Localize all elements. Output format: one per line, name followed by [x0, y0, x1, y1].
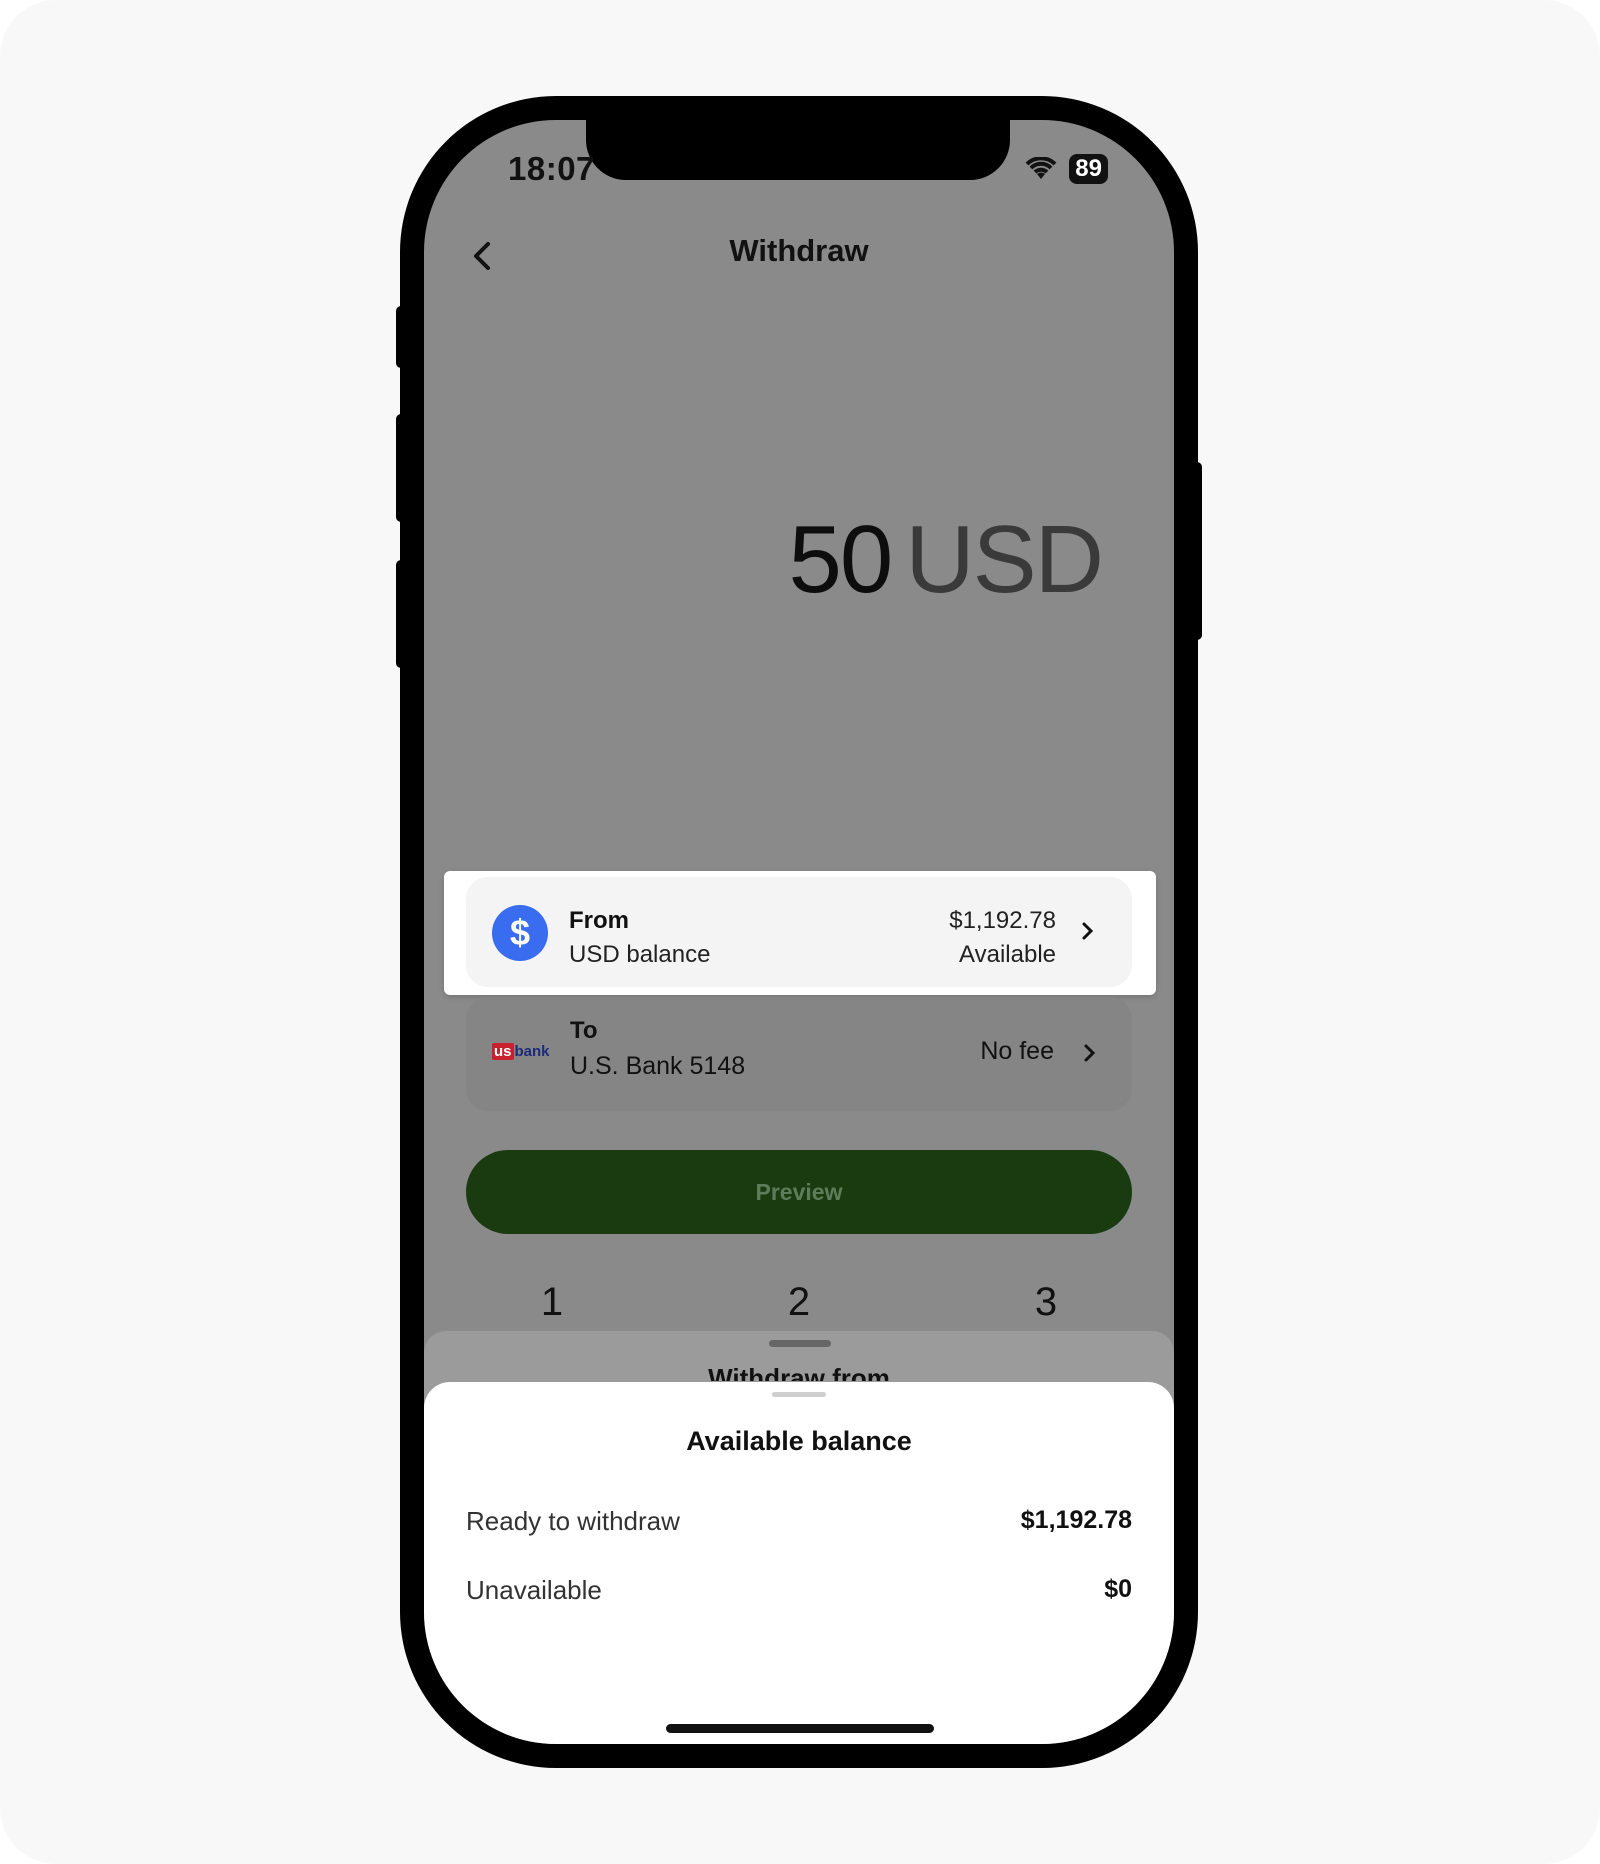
available-balance-sheet: Available balance Ready to withdraw $1,1… [424, 1382, 1174, 1744]
dollar-icon: $ [492, 905, 548, 961]
phone-power-button [1192, 462, 1202, 640]
from-account-name: USD balance [569, 941, 711, 968]
sheet-row-label: Ready to withdraw [466, 1506, 680, 1536]
background-sheet-handle [769, 1340, 831, 1347]
to-label: To [570, 1017, 598, 1044]
from-account-row[interactable]: $ From USD balance $1,192.78 Available [466, 877, 1132, 987]
preview-button[interactable]: Preview [466, 1150, 1132, 1234]
amount-value: 50 [788, 506, 894, 613]
notch [586, 120, 1010, 180]
sheet-title: Available balance [686, 1426, 912, 1456]
battery-icon: 89 [1069, 154, 1108, 184]
wifi-icon [1025, 157, 1057, 179]
usbank-logo-icon: us bank [492, 1043, 550, 1060]
chevron-right-icon [1084, 1044, 1096, 1062]
keypad-key-1[interactable]: 1 [522, 1280, 582, 1325]
sheet-row-unavailable: Unavailable $0 [466, 1575, 1132, 1606]
usbank-logo-us: us [492, 1043, 514, 1060]
status-icons: 89 [1025, 154, 1108, 184]
to-account-row[interactable]: us bank To U.S. Bank 5148 No fee [466, 997, 1132, 1111]
sheet-row-label: Unavailable [466, 1575, 602, 1605]
amount-display[interactable]: 50 USD [788, 505, 1104, 615]
sheet-row-value: $1,192.78 [1020, 1506, 1132, 1534]
phone-silent-switch [396, 306, 406, 368]
keypad-key-3[interactable]: 3 [1016, 1280, 1076, 1325]
background-sheet-title: Withdraw from [708, 1363, 890, 1381]
from-label: From [569, 907, 629, 934]
phone-volume-up [396, 414, 406, 522]
amount-currency: USD [905, 506, 1104, 613]
usbank-logo-bank: bank [514, 1043, 550, 1060]
sheet-row-ready: Ready to withdraw $1,192.78 [466, 1506, 1132, 1537]
phone-volume-down [396, 560, 406, 668]
from-balance-note: Available [959, 941, 1056, 968]
from-balance: $1,192.78 [949, 907, 1056, 934]
status-time: 18:07 [508, 150, 595, 187]
home-indicator[interactable] [666, 1724, 934, 1733]
chevron-right-icon [1082, 922, 1094, 940]
page-title: Withdraw [729, 233, 869, 268]
to-account-name: U.S. Bank 5148 [570, 1052, 746, 1080]
keypad-key-2[interactable]: 2 [769, 1280, 829, 1325]
to-fee: No fee [980, 1037, 1054, 1065]
sheet-drag-handle[interactable] [772, 1392, 826, 1397]
sheet-row-value: $0 [1104, 1575, 1132, 1603]
phone-screen: 18:07 89 Withdraw 50 USD $ From USD bala… [424, 120, 1174, 1744]
